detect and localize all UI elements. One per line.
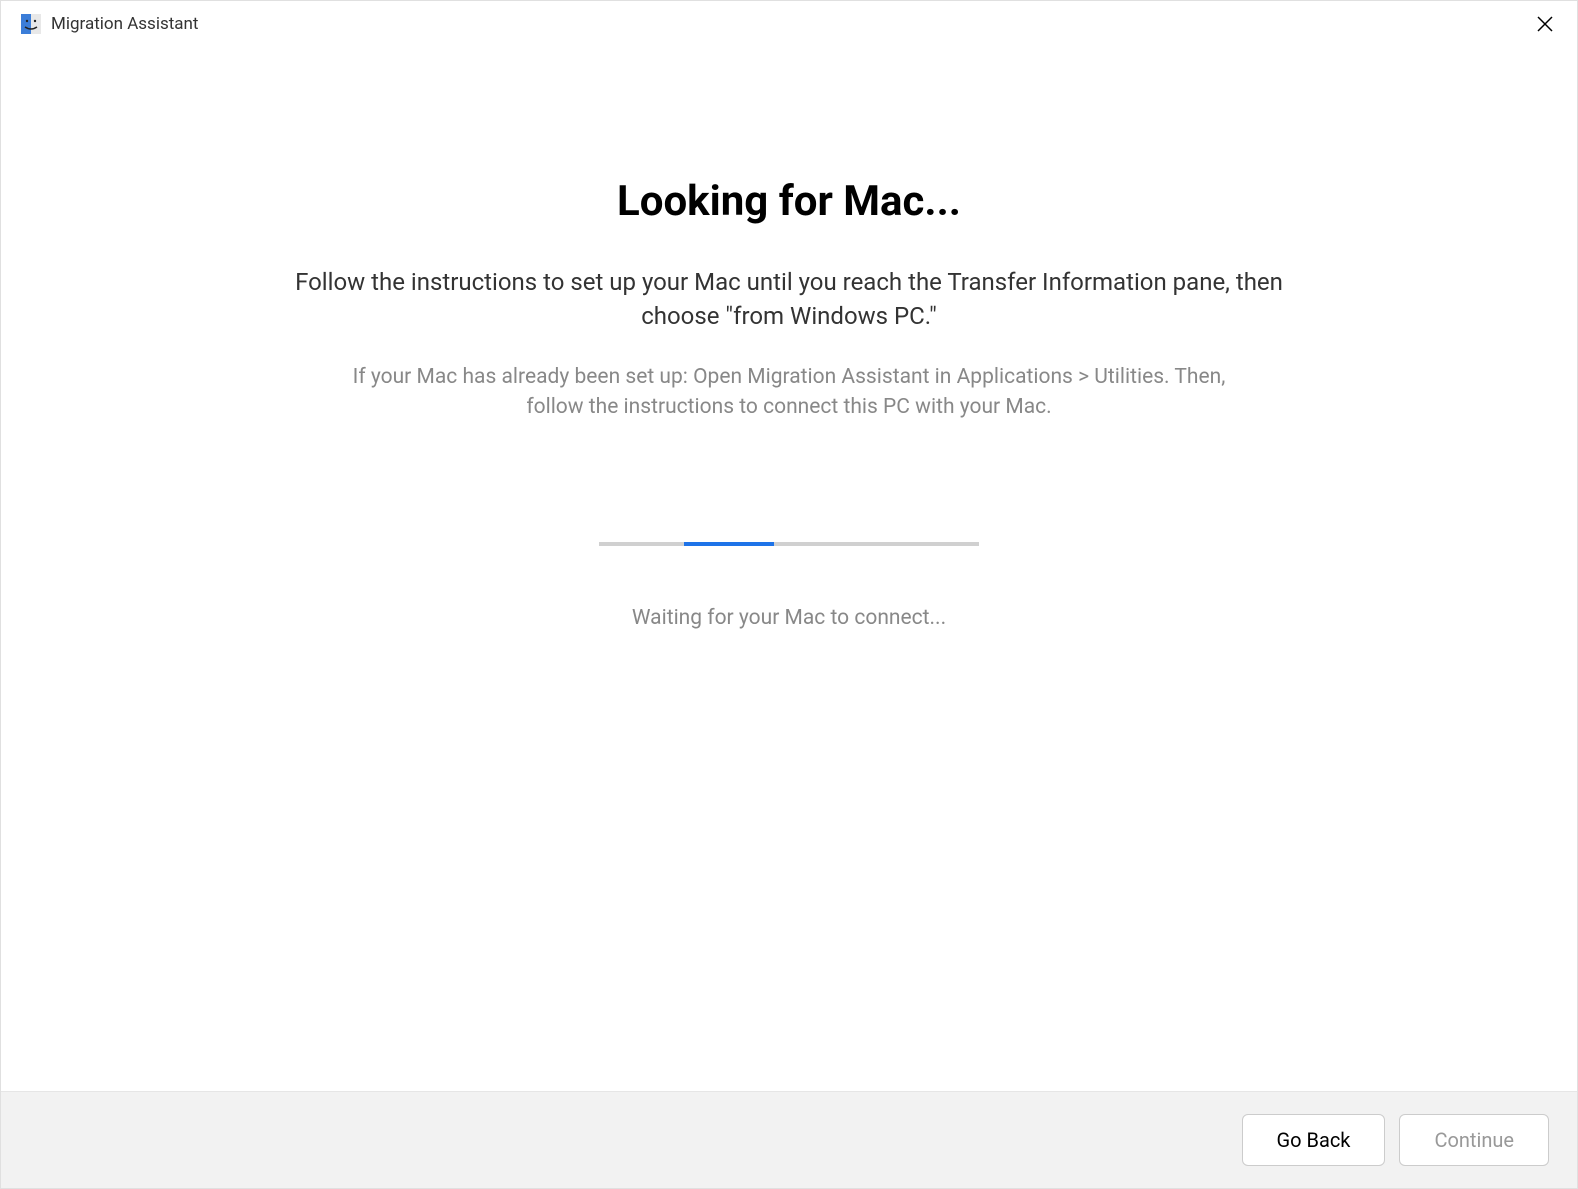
main-content: Looking for Mac... Follow the instructio…: [1, 47, 1577, 1091]
continue-button[interactable]: Continue: [1399, 1114, 1549, 1166]
footer: Go Back Continue: [1, 1091, 1577, 1188]
go-back-button[interactable]: Go Back: [1242, 1114, 1386, 1166]
titlebar-left: Migration Assistant: [21, 14, 199, 34]
app-title: Migration Assistant: [51, 14, 199, 34]
progress-indicator: [684, 542, 774, 546]
titlebar: Migration Assistant: [1, 1, 1577, 47]
migration-assistant-icon: [21, 14, 41, 34]
progress-bar: [599, 542, 979, 546]
instruction-secondary: If your Mac has already been set up: Ope…: [339, 363, 1239, 422]
status-text: Waiting for your Mac to connect...: [632, 606, 946, 630]
close-button[interactable]: [1533, 12, 1557, 36]
page-heading: Looking for Mac...: [617, 177, 961, 226]
instruction-primary: Follow the instructions to set up your M…: [289, 266, 1289, 333]
